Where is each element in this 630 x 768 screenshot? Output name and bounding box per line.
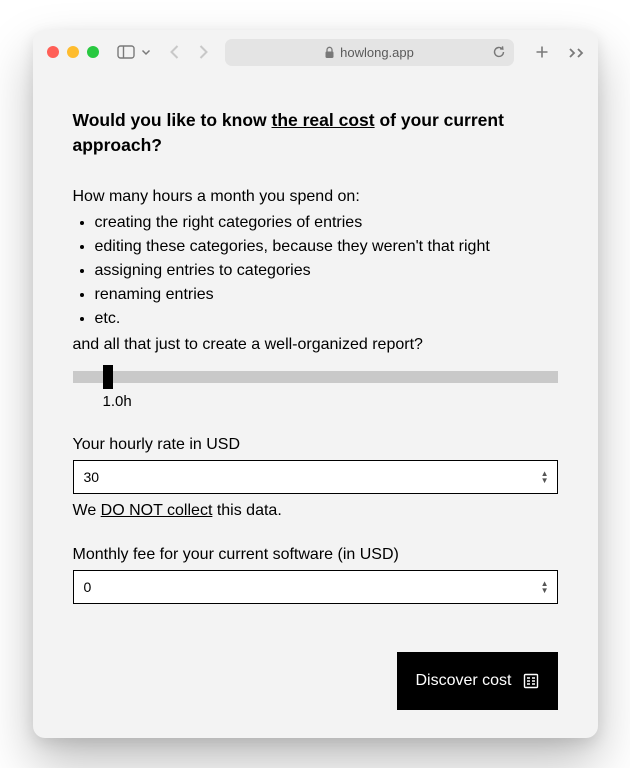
heading-prefix: Would you like to know — [73, 110, 272, 130]
maximize-window-icon[interactable] — [87, 46, 99, 58]
hourly-rate-input[interactable]: 30 ▲ ▼ — [73, 460, 558, 494]
chevron-down-icon[interactable] — [141, 47, 151, 57]
minimize-window-icon[interactable] — [67, 46, 79, 58]
monthly-fee-stepper[interactable]: ▲ ▼ — [541, 581, 549, 594]
calculator-icon — [522, 672, 540, 690]
browser-window: howlong.app Would you like to know the r… — [33, 30, 598, 738]
monthly-fee-value: 0 — [84, 579, 92, 595]
stepper-down-icon[interactable]: ▼ — [541, 588, 549, 594]
hourly-rate-stepper[interactable]: ▲ ▼ — [541, 471, 549, 484]
nav-arrows — [169, 44, 209, 60]
address-bar[interactable]: howlong.app — [225, 39, 514, 66]
monthly-fee-label: Monthly fee for your current software (i… — [73, 546, 558, 564]
new-tab-icon[interactable] — [534, 44, 550, 60]
disclaimer-mid: DO NOT collect — [101, 502, 213, 519]
overflow-icon[interactable] — [568, 45, 584, 59]
url-host: howlong.app — [340, 45, 414, 60]
slider-thumb[interactable] — [103, 365, 113, 389]
discover-cost-button[interactable]: Discover cost — [397, 652, 557, 710]
heading-emph: the real cost — [272, 110, 375, 130]
disclaimer-prefix: We — [73, 502, 101, 519]
page-heading: Would you like to know the real cost of … — [73, 108, 558, 157]
disclaimer-suffix: this data. — [212, 502, 281, 519]
slider-value-label: 1.0h — [103, 393, 558, 410]
stepper-down-icon[interactable]: ▼ — [541, 478, 549, 484]
actions-row: Discover cost — [73, 652, 558, 710]
outro-text: and all that just to create a well-organ… — [73, 333, 558, 357]
task-list: creating the right categories of entries… — [73, 211, 558, 331]
hourly-rate-value: 30 — [84, 469, 100, 485]
close-window-icon[interactable] — [47, 46, 59, 58]
task-list-item: assigning entries to categories — [95, 259, 558, 283]
back-button-icon[interactable] — [169, 44, 181, 60]
hours-slider[interactable]: 1.0h — [73, 371, 558, 410]
discover-cost-label: Discover cost — [415, 672, 511, 690]
window-controls — [47, 46, 99, 58]
disclaimer-text: We DO NOT collect this data. — [73, 502, 558, 520]
sidebar-controls — [117, 45, 151, 59]
intro-text: How many hours a month you spend on: — [73, 185, 558, 209]
hourly-rate-label: Your hourly rate in USD — [73, 436, 558, 454]
sidebar-toggle-icon[interactable] — [117, 45, 135, 59]
forward-button-icon[interactable] — [197, 44, 209, 60]
task-list-item: etc. — [95, 307, 558, 331]
titlebar: howlong.app — [33, 30, 598, 74]
slider-track[interactable] — [73, 371, 558, 383]
page-content: Would you like to know the real cost of … — [33, 74, 598, 738]
reload-icon[interactable] — [492, 45, 506, 59]
monthly-fee-input[interactable]: 0 ▲ ▼ — [73, 570, 558, 604]
task-list-item: creating the right categories of entries — [95, 211, 558, 235]
task-list-item: renaming entries — [95, 283, 558, 307]
lock-icon — [324, 46, 335, 59]
task-list-item: editing these categories, because they w… — [95, 235, 558, 259]
